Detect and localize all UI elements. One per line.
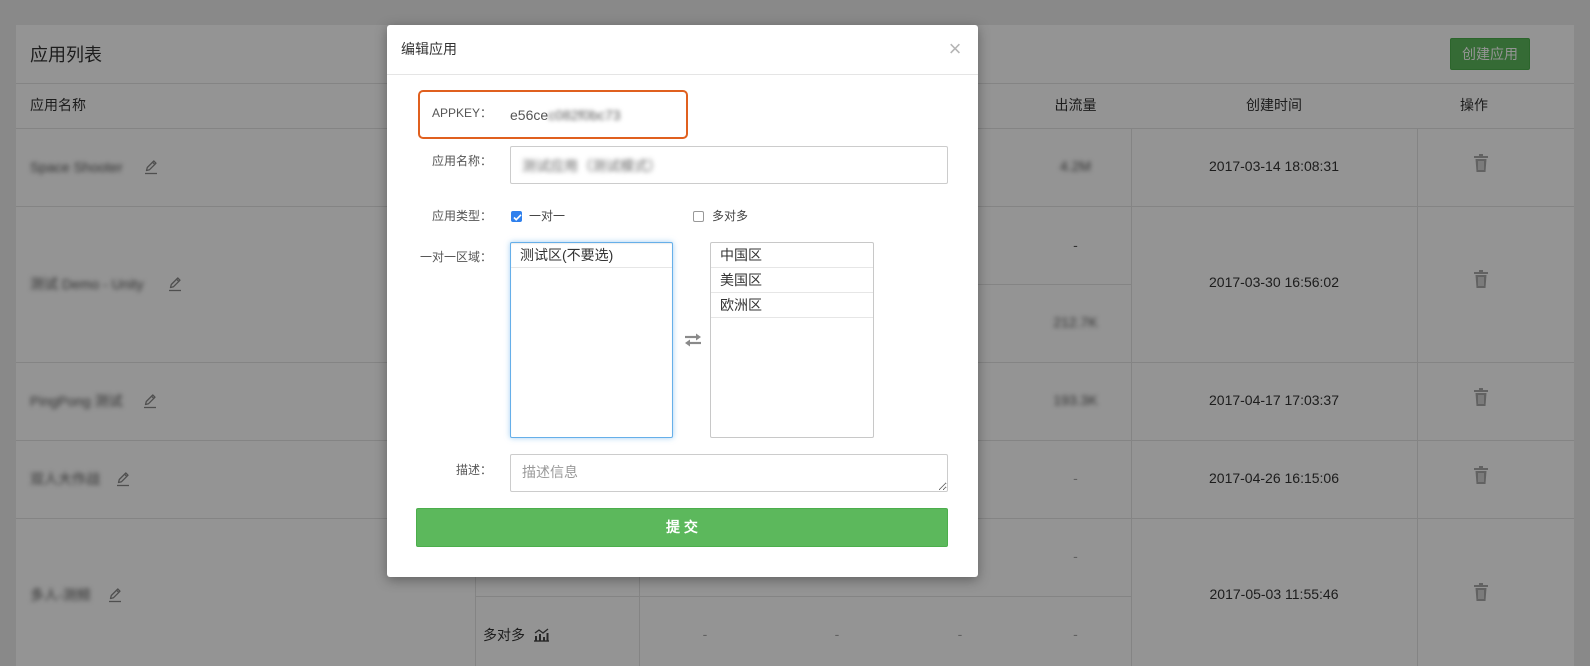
checkbox-many-to-many[interactable] [693,211,704,222]
region-label: 一对一区域： [419,250,492,264]
swap-arrows-icon[interactable] [683,333,703,347]
available-regions-list[interactable]: 中国区 美国区 欧洲区 [710,242,874,438]
submit-button[interactable]: 提 交 [416,508,948,547]
appkey-visible: e56ce [510,107,549,123]
close-icon[interactable]: × [947,38,963,60]
edit-app-modal: 编辑应用 × APPKEY： e56cec082f0bc73 应用名称： 测试应… [387,25,978,577]
appkey-masked: c082f0bc73 [548,107,621,123]
region-option[interactable]: 中国区 [711,243,873,268]
description-textarea[interactable] [510,454,948,492]
app-name-value: 测试应用（测试模式） [522,158,662,174]
region-option[interactable]: 欧洲区 [711,293,873,318]
modal-title: 编辑应用 [401,41,457,57]
modal-header-divider [387,74,978,75]
one-to-one-label[interactable]: 一对一 [529,208,565,224]
app-name-label: 应用名称： [431,154,492,168]
description-label: 描述： [455,463,492,477]
many-to-many-label[interactable]: 多对多 [712,208,748,224]
app-type-label: 应用类型： [431,209,492,223]
selected-regions-list[interactable]: 测试区(不要选) [510,242,673,438]
appkey-value: e56cec082f0bc73 [510,105,621,125]
appkey-label: APPKEY： [431,106,492,120]
region-option[interactable]: 测试区(不要选) [511,243,672,268]
checkbox-one-to-one[interactable] [511,211,522,222]
check-icon [513,214,522,221]
region-option[interactable]: 美国区 [711,268,873,293]
app-name-input[interactable]: 测试应用（测试模式） [510,146,948,184]
